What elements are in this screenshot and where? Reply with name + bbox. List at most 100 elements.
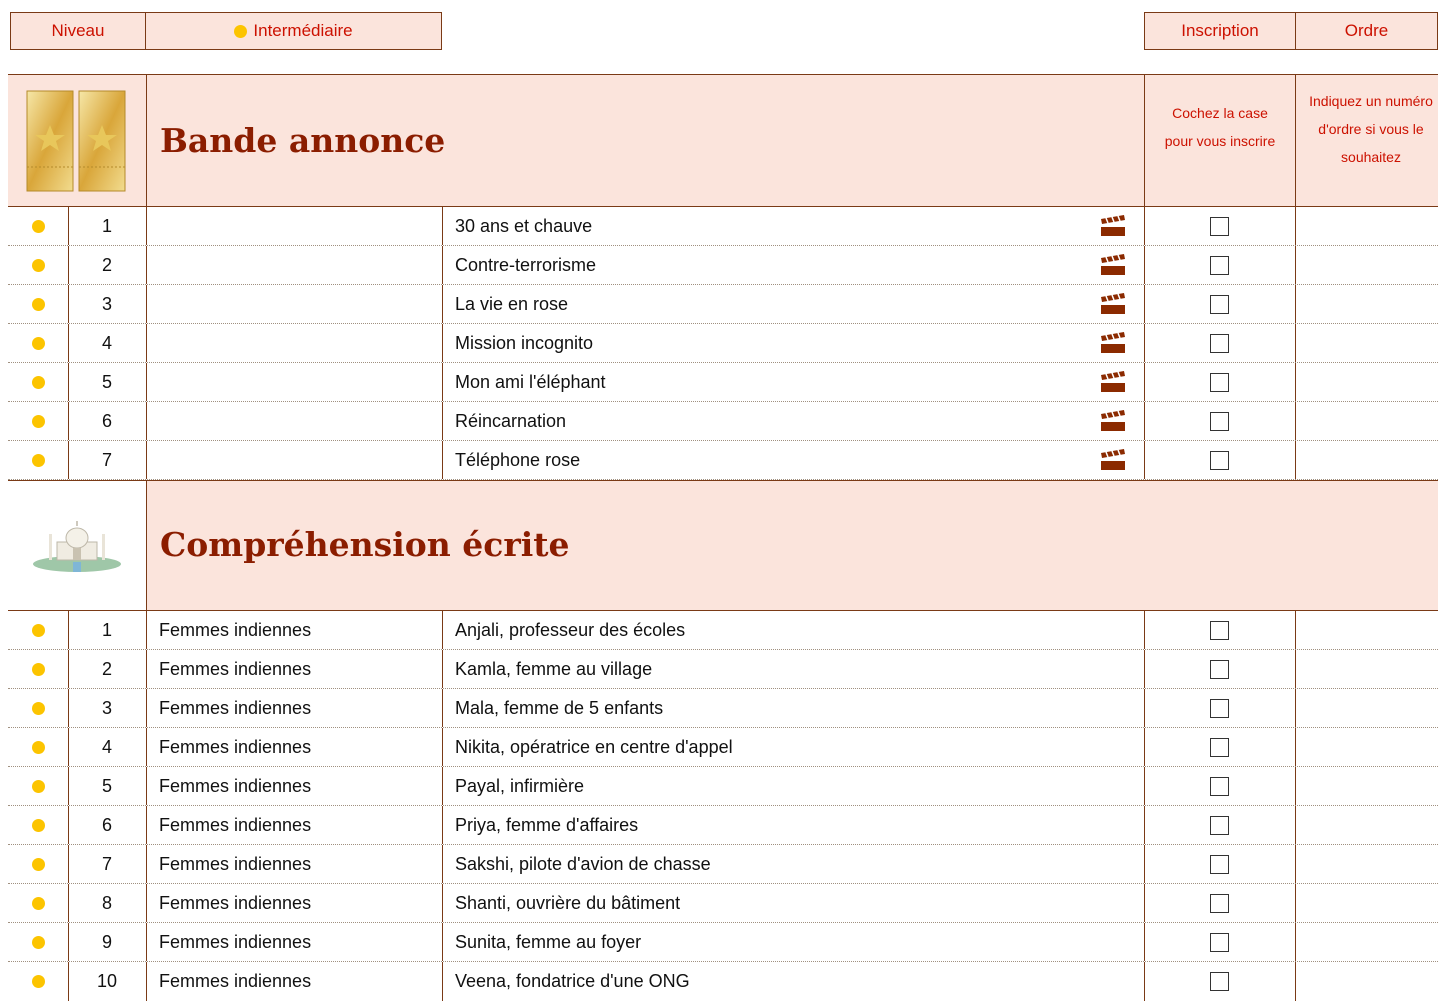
row-title[interactable]: Anjali, professeur des écoles [442,611,1144,649]
row-title[interactable]: Veena, fondatrice d'une ONG [442,962,1144,1001]
order-input[interactable] [1295,285,1438,323]
row-title[interactable]: La vie en rose [442,285,1144,323]
activities-table: Bande annonce Cochez la case pour vous i… [8,74,1438,1001]
order-input[interactable] [1295,962,1438,1001]
register-checkbox[interactable] [1210,333,1229,353]
row-title-text[interactable]: Mon ami l'éléphant [455,372,606,393]
level-dot-icon [31,818,45,832]
row-title-text[interactable]: 30 ans et chauve [455,216,592,237]
row-number: 3 [101,697,112,718]
level-label-cell: Niveau [10,12,146,50]
row-title[interactable]: Réincarnation [442,402,1144,440]
register-checkbox[interactable] [1210,294,1229,314]
row-number: 7 [101,449,112,470]
row-title[interactable]: Shanti, ouvrière du bâtiment [442,884,1144,922]
level-dot-icon [31,662,45,676]
row-title[interactable]: 30 ans et chauve [442,207,1144,245]
level-dot-icon [31,297,45,311]
inscription-label: Inscription [1181,21,1259,40]
register-checkbox[interactable] [1210,776,1229,796]
row-category: Femmes indiennes [159,814,312,835]
level-dot-icon [31,219,45,233]
level-dot-icon [234,24,248,38]
row-title[interactable]: Mon ami l'éléphant [442,363,1144,401]
order-input[interactable] [1295,767,1438,805]
clapperboard-icon[interactable] [1100,332,1126,354]
register-checkbox[interactable] [1210,815,1229,835]
row-title[interactable]: Nikita, opératrice en centre d'appel [442,728,1144,766]
clapperboard-icon[interactable] [1100,215,1126,237]
level-dot-icon [31,935,45,949]
row-title[interactable]: Payal, infirmière [442,767,1144,805]
register-checkbox[interactable] [1210,972,1229,991]
order-input[interactable] [1295,207,1438,245]
register-checkbox[interactable] [1210,893,1229,913]
row-number: 9 [101,931,112,952]
register-checkbox[interactable] [1210,698,1229,718]
cinema-tickets-icon [8,75,146,206]
order-input[interactable] [1295,806,1438,844]
order-input[interactable] [1295,363,1438,401]
clapperboard-icon[interactable] [1100,254,1126,276]
row-title-text[interactable]: Réincarnation [455,411,566,432]
section-header-bande-annonce: Bande annonce Cochez la case pour vous i… [8,74,1438,207]
register-checkbox[interactable] [1210,737,1229,757]
row-title[interactable]: Sakshi, pilote d'avion de chasse [442,845,1144,883]
register-checkbox[interactable] [1210,216,1229,236]
order-input[interactable] [1295,246,1438,284]
table-row: 7 Téléphone rose [8,441,1438,480]
order-header: Ordre [1295,12,1438,50]
row-number: 4 [101,736,112,757]
register-checkbox[interactable] [1210,659,1229,679]
row-category [146,324,442,362]
row-title[interactable]: Mala, femme de 5 enfants [442,689,1144,727]
row-category: Femmes indiennes [159,971,312,991]
clapperboard-icon[interactable] [1100,371,1126,393]
order-input[interactable] [1295,689,1438,727]
register-checkbox[interactable] [1210,255,1229,275]
row-title-text[interactable]: La vie en rose [455,294,568,315]
row-title[interactable]: Mission incognito [442,324,1144,362]
row-title[interactable]: Priya, femme d'affaires [442,806,1144,844]
table-row: 2 Femmes indiennes Kamla, femme au villa… [8,650,1438,689]
register-checkbox[interactable] [1210,620,1229,640]
level-dot-icon [31,375,45,389]
row-title-text[interactable]: Téléphone rose [455,450,580,471]
register-checkbox[interactable] [1210,450,1229,470]
order-input[interactable] [1295,611,1438,649]
table-row: 9 Femmes indiennes Sunita, femme au foye… [8,923,1438,962]
order-input[interactable] [1295,441,1438,479]
row-title[interactable]: Sunita, femme au foyer [442,923,1144,961]
order-input[interactable] [1295,324,1438,362]
level-dot-icon [31,896,45,910]
clapperboard-icon[interactable] [1100,293,1126,315]
section-title: Compréhension écrite [160,525,570,564]
order-input[interactable] [1295,728,1438,766]
order-input[interactable] [1295,650,1438,688]
row-title-text[interactable]: Contre-terrorisme [455,255,596,276]
level-dot-icon [31,779,45,793]
clapperboard-icon[interactable] [1100,410,1126,432]
row-title-text[interactable]: Mission incognito [455,333,593,354]
register-checkbox[interactable] [1210,372,1229,392]
order-input[interactable] [1295,884,1438,922]
level-filter[interactable]: Intermédiaire [145,12,442,50]
row-number: 7 [101,853,112,874]
table-row: 6 Femmes indiennes Priya, femme d'affair… [8,806,1438,845]
row-number: 5 [101,371,112,392]
row-title[interactable]: Kamla, femme au village [442,650,1144,688]
row-title[interactable]: Téléphone rose [442,441,1144,479]
row-number: 6 [101,410,112,431]
register-checkbox[interactable] [1210,411,1229,431]
clapperboard-icon[interactable] [1100,449,1126,471]
register-checkbox[interactable] [1210,854,1229,874]
level-dot-icon [31,975,45,988]
row-category [146,363,442,401]
register-checkbox[interactable] [1210,932,1229,952]
level-value: Intermédiaire [253,21,353,40]
order-input[interactable] [1295,845,1438,883]
table-row: 3 Femmes indiennes Mala, femme de 5 enfa… [8,689,1438,728]
order-input[interactable] [1295,923,1438,961]
row-title[interactable]: Contre-terrorisme [442,246,1144,284]
order-input[interactable] [1295,402,1438,440]
